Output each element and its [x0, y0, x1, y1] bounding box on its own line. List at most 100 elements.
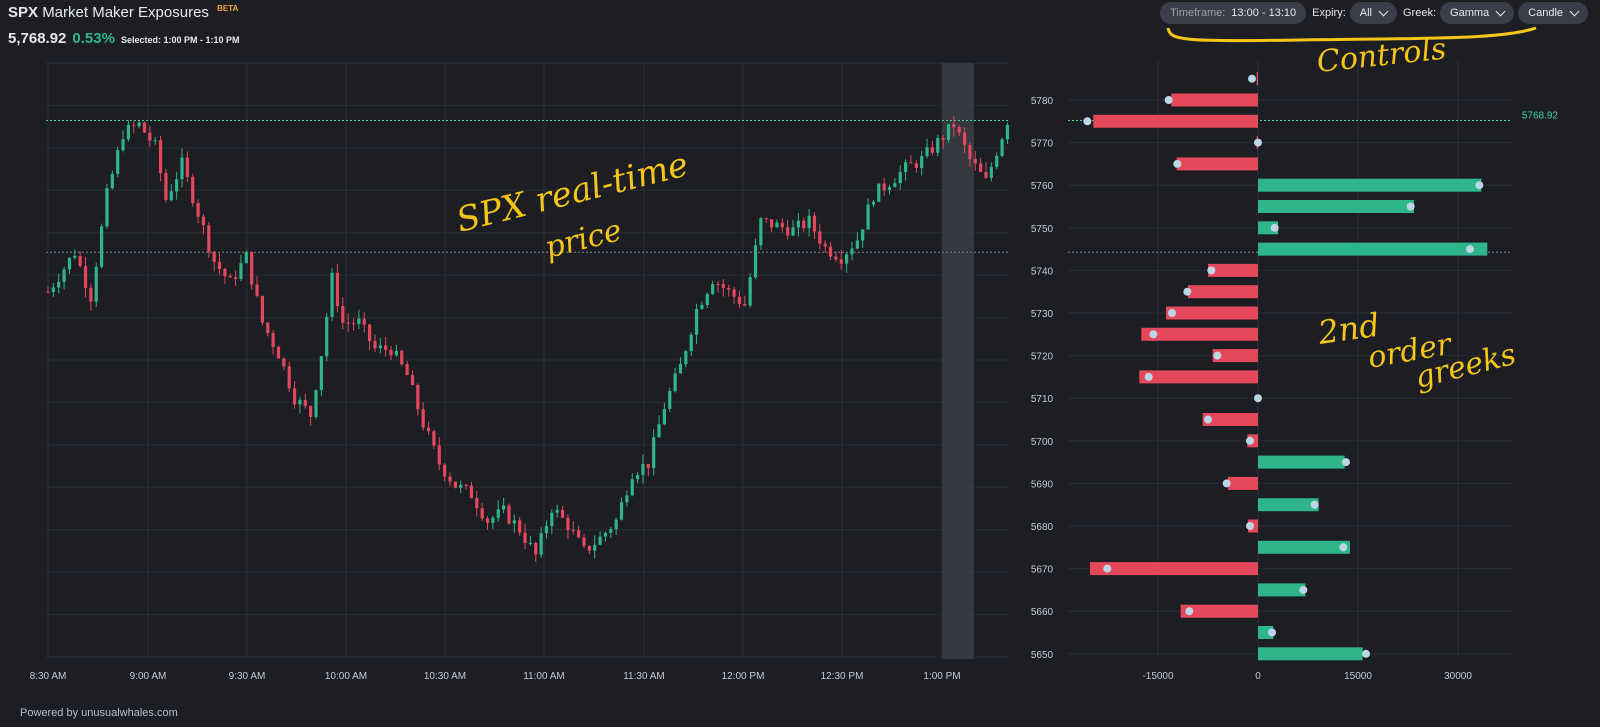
candle-body	[861, 229, 865, 241]
candle-body	[121, 139, 125, 151]
candle-body	[598, 536, 602, 545]
gamma-bar	[1258, 583, 1306, 597]
strike-tick-label: 5760	[1031, 181, 1054, 192]
gamma-bar	[1258, 455, 1345, 469]
candle-body	[502, 505, 506, 510]
gamma-bar	[1258, 200, 1414, 213]
candle-body	[630, 479, 634, 496]
candle-body	[539, 533, 543, 555]
candle-body	[968, 145, 972, 159]
time-tick-label: 10:00 AM	[325, 671, 367, 682]
annotation-price-1: SPX real-time	[453, 145, 693, 241]
gamma-bar	[1176, 157, 1258, 171]
candle-body	[957, 127, 961, 133]
time-tick-label: 11:00 AM	[523, 671, 565, 682]
candle-body	[962, 132, 967, 146]
strike-tick-label: 5750	[1031, 224, 1054, 235]
candle-body	[807, 215, 811, 229]
candle-body	[148, 132, 152, 141]
candle-body	[142, 122, 147, 133]
candle-body	[116, 150, 120, 174]
candle-body	[298, 399, 302, 405]
strike-tick-label: 5740	[1031, 266, 1054, 277]
candle-body	[770, 219, 774, 228]
gamma-dot	[1268, 628, 1276, 637]
candle-body	[78, 255, 82, 267]
candle-body	[764, 218, 768, 220]
chart-style-select[interactable]: Candle	[1518, 2, 1588, 24]
timeframe-label: Timeframe:	[1170, 7, 1226, 19]
candle-body	[89, 287, 93, 302]
candle-body	[276, 346, 281, 359]
candle-body	[443, 464, 447, 477]
current-price: 5,768.92	[8, 30, 67, 47]
candle-body	[330, 272, 334, 317]
candle-body	[796, 220, 800, 228]
gamma-bar	[1258, 540, 1350, 554]
gamma-bar	[1093, 114, 1258, 128]
gamma-bar	[1258, 242, 1488, 256]
candle-body	[73, 255, 77, 258]
gamma-bar	[1258, 498, 1319, 512]
gamma-bar	[1256, 72, 1258, 86]
selected-interval	[942, 63, 974, 659]
candle-body	[180, 157, 184, 180]
candle-body	[453, 481, 457, 488]
gamma-bar	[1139, 370, 1258, 384]
candle-body	[845, 254, 849, 264]
candle-body	[887, 187, 892, 191]
candle-body	[839, 259, 843, 264]
candle-body	[587, 545, 591, 551]
candle-body	[582, 537, 586, 546]
candle-body	[169, 191, 173, 201]
candle-body	[67, 257, 72, 270]
candle-body	[743, 304, 747, 306]
gamma-bar	[1202, 413, 1258, 426]
gamma-dot	[1248, 74, 1256, 83]
candle-body	[866, 204, 870, 230]
gamma-bar	[1258, 178, 1482, 192]
candle-body	[566, 517, 570, 531]
candle-body	[314, 390, 318, 417]
header: SPX Market Maker Exposures BETA 5,768.92…	[8, 4, 239, 47]
strike-tick-label: 5680	[1031, 522, 1054, 533]
gamma-bar	[1171, 93, 1258, 107]
greek-select[interactable]: Gamma	[1440, 2, 1515, 24]
candle-body	[410, 375, 415, 386]
candle-body	[132, 125, 136, 127]
candle-body	[464, 484, 468, 486]
candle-body	[668, 391, 672, 409]
reference-lines	[46, 120, 1008, 253]
strike-tick-label: 5730	[1031, 309, 1054, 320]
candle-body	[775, 222, 779, 228]
candle-body	[689, 334, 693, 352]
expiry-select[interactable]: All	[1349, 2, 1397, 24]
gamma-dot	[1168, 309, 1176, 317]
candle-body	[555, 509, 559, 513]
selected-range: Selected: 1:00 PM - 1:10 PM	[120, 35, 240, 45]
candle-body	[282, 358, 286, 367]
candle-body	[437, 445, 441, 465]
annotation-greeks-1: 2nd	[1315, 306, 1382, 352]
candle-body	[475, 498, 479, 509]
candle-body	[158, 140, 163, 174]
candle-body	[716, 284, 720, 286]
timeframe-button[interactable]: Timeframe: 13:00 - 13:10	[1160, 2, 1307, 24]
gamma-dot	[1222, 479, 1231, 488]
chevron-down-icon	[1569, 6, 1580, 17]
candle-body	[818, 231, 822, 244]
candle-body	[485, 518, 490, 523]
candle-body	[984, 171, 988, 178]
candle-body	[577, 530, 581, 538]
candle-body	[748, 277, 752, 306]
candle-body	[426, 427, 431, 432]
gamma-dot	[1342, 458, 1350, 467]
candle-body	[250, 251, 254, 285]
chart-style-value: Candle	[1528, 7, 1563, 19]
time-tick-label: 12:00 PM	[722, 671, 765, 682]
gamma-dot	[1246, 436, 1254, 445]
candle-body	[941, 138, 945, 140]
candle-body	[812, 215, 817, 232]
candle-body	[802, 220, 806, 229]
candle-body	[641, 463, 645, 476]
